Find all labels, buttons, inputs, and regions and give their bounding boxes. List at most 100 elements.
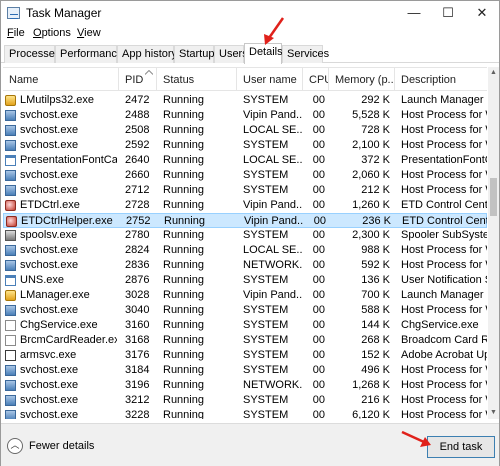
table-row[interactable]: svchost.exe 2712 Running SYSTEM 00 212 K Host … [3, 183, 487, 198]
process-cpu: 00 [312, 184, 325, 196]
process-pid: 2488 [125, 109, 150, 121]
table-row[interactable]: svchost.exe 2592 Running SYSTEM 00 2,100 K Hos… [3, 138, 487, 153]
tab-processes[interactable]: Processes [4, 45, 60, 63]
table-row[interactable]: svchost.exe 2660 Running SYSTEM 00 2,060 K Hos… [3, 168, 487, 183]
process-pid: 3212 [125, 394, 150, 406]
column-header-memory[interactable]: Memory (p... [329, 68, 395, 91]
process-pid: 3228 [125, 409, 150, 419]
process-name: svchost.exe [20, 409, 79, 419]
process-name: svchost.exe [20, 304, 79, 316]
table-row[interactable]: PresentationFontCac... 2640 Running LOCAL S… [3, 153, 487, 168]
scroll-down-icon[interactable]: ▼ [488, 407, 499, 419]
menu-file[interactable]: File [7, 27, 25, 39]
tab-users[interactable]: Users [214, 45, 248, 63]
table-row[interactable]: svchost.exe 2488 Running Vipin Pand... 00 5,5… [3, 108, 487, 123]
process-description: Host Process for Windows [401, 244, 487, 256]
process-name: LMutilps32.exe [20, 94, 94, 106]
column-header-cpu[interactable]: CPU [303, 68, 329, 91]
process-user-name: SYSTEM [243, 94, 289, 106]
table-row[interactable]: LManager.exe 3028 Running Vipin Pand... 00 70… [3, 288, 487, 303]
table-row[interactable]: svchost.exe 3184 Running SYSTEM 00 496 K Host … [3, 363, 487, 378]
process-cpu: 00 [312, 199, 325, 211]
menu-options[interactable]: Options [33, 27, 71, 39]
process-memory: 2,060 K [352, 169, 390, 181]
process-user-name: SYSTEM [243, 409, 289, 419]
process-name: svchost.exe [20, 139, 79, 151]
process-memory: 136 K [361, 274, 390, 286]
process-user-name: LOCAL SE... [243, 124, 303, 136]
table-row[interactable]: BrcmCardReader.exe 3168 Running SYSTEM 00 268… [3, 333, 487, 348]
tab-app-history[interactable]: App history [117, 45, 177, 63]
process-pid: 2824 [125, 244, 150, 256]
column-header-status[interactable]: Status [157, 68, 237, 91]
process-description: Host Process for Windows [401, 124, 487, 136]
process-description: ChgService.exe [401, 319, 479, 331]
process-cpu: 00 [313, 215, 326, 227]
process-user-name: SYSTEM [243, 184, 289, 196]
process-pid: 3160 [125, 319, 150, 331]
table-row[interactable]: svchost.exe 2824 Running LOCAL SE... 00 988 K… [3, 243, 487, 258]
process-name: ETDCtrlHelper.exe [21, 215, 113, 227]
column-header-name[interactable]: Name [3, 68, 119, 91]
process-memory: 592 K [361, 259, 390, 271]
menu-file-key: F [7, 27, 14, 39]
table-row[interactable]: spoolsv.exe 2780 Running SYSTEM 00 2,300 K Spo… [3, 228, 487, 243]
process-status: Running [163, 394, 204, 406]
table-row[interactable]: ETDCtrl.exe 2728 Running Vipin Pand... 00 1,2… [3, 198, 487, 213]
table-row[interactable]: UNS.exe 2876 Running SYSTEM 00 136 K User Noti… [3, 273, 487, 288]
scroll-up-icon[interactable]: ▲ [488, 67, 499, 79]
process-name: svchost.exe [20, 184, 79, 196]
tab-performance[interactable]: Performance [55, 45, 123, 63]
close-button[interactable]: ✕ [466, 1, 498, 25]
maximize-button[interactable]: ☐ [432, 1, 464, 25]
process-name: UNS.exe [20, 274, 65, 286]
scrollbar-thumb[interactable] [490, 178, 497, 216]
table-row[interactable]: svchost.exe 3228 Running SYSTEM 00 6,120 K Hos… [3, 408, 487, 419]
process-description: Host Process for Windows [401, 364, 487, 376]
process-description: Launch Manager [401, 289, 484, 301]
process-pid: 2508 [125, 124, 150, 136]
column-header-user-name[interactable]: User name [237, 68, 303, 91]
tab-startup[interactable]: Startup [174, 45, 214, 63]
process-name: svchost.exe [20, 364, 79, 376]
process-memory: 2,100 K [352, 139, 390, 151]
table-row[interactable]: ETDCtrlHelper.exe 2752 Running Vipin Pand..… [3, 213, 487, 228]
process-status: Running [163, 289, 204, 301]
table-row[interactable]: armsvc.exe 3176 Running SYSTEM 00 152 K Adobe … [3, 348, 487, 363]
process-cpu: 00 [312, 109, 325, 121]
tab-details[interactable]: Details [244, 43, 283, 64]
process-cpu: 00 [312, 124, 325, 136]
minimize-button[interactable]: — [398, 1, 430, 25]
tab-services[interactable]: Services [282, 45, 329, 63]
menu-view[interactable]: View [77, 27, 101, 39]
process-status: Running [163, 169, 204, 181]
process-status: Running [163, 259, 204, 271]
process-status: Running [163, 199, 204, 211]
table-row[interactable]: svchost.exe 3212 Running SYSTEM 00 216 K Host … [3, 393, 487, 408]
end-task-button[interactable]: End task [427, 436, 495, 458]
process-cpu: 00 [312, 334, 325, 346]
table-row[interactable]: svchost.exe 3196 Running NETWORK... 00 1,268 … [3, 378, 487, 393]
table-row[interactable]: svchost.exe 3040 Running SYSTEM 00 588 K Host … [3, 303, 487, 318]
process-status: Running [164, 215, 205, 227]
process-pid: 2712 [125, 184, 150, 196]
table-row[interactable]: ChgService.exe 3160 Running SYSTEM 00 144 K Ch… [3, 318, 487, 333]
tab-strip: Processes Performance App history Startu… [1, 43, 499, 64]
process-description: Host Process for Windows [401, 184, 487, 196]
process-table: Name PID Status User name CPU Memory (p.… [3, 67, 487, 419]
process-status: Running [163, 124, 204, 136]
table-row[interactable]: svchost.exe 2508 Running LOCAL SE... 00 728 K… [3, 123, 487, 138]
title-bar[interactable]: Task Manager — ☐ ✕ [1, 1, 499, 25]
process-user-name: Vipin Pand... [243, 289, 303, 301]
vertical-scrollbar[interactable]: ▲ ▼ [488, 67, 499, 419]
table-header: Name PID Status User name CPU Memory (p.… [3, 68, 487, 91]
process-user-name: SYSTEM [243, 349, 289, 361]
table-row[interactable]: LMutilps32.exe 2472 Running SYSTEM 00 292 K La… [3, 93, 487, 108]
process-status: Running [163, 409, 204, 419]
process-user-name: LOCAL SE... [243, 244, 303, 256]
process-cpu: 00 [312, 349, 325, 361]
process-description: Host Process for Windows [401, 139, 487, 151]
process-memory: 588 K [361, 304, 390, 316]
table-row[interactable]: svchost.exe 2836 Running NETWORK... 00 592 K H… [3, 258, 487, 273]
column-header-description[interactable]: Description [395, 68, 487, 91]
